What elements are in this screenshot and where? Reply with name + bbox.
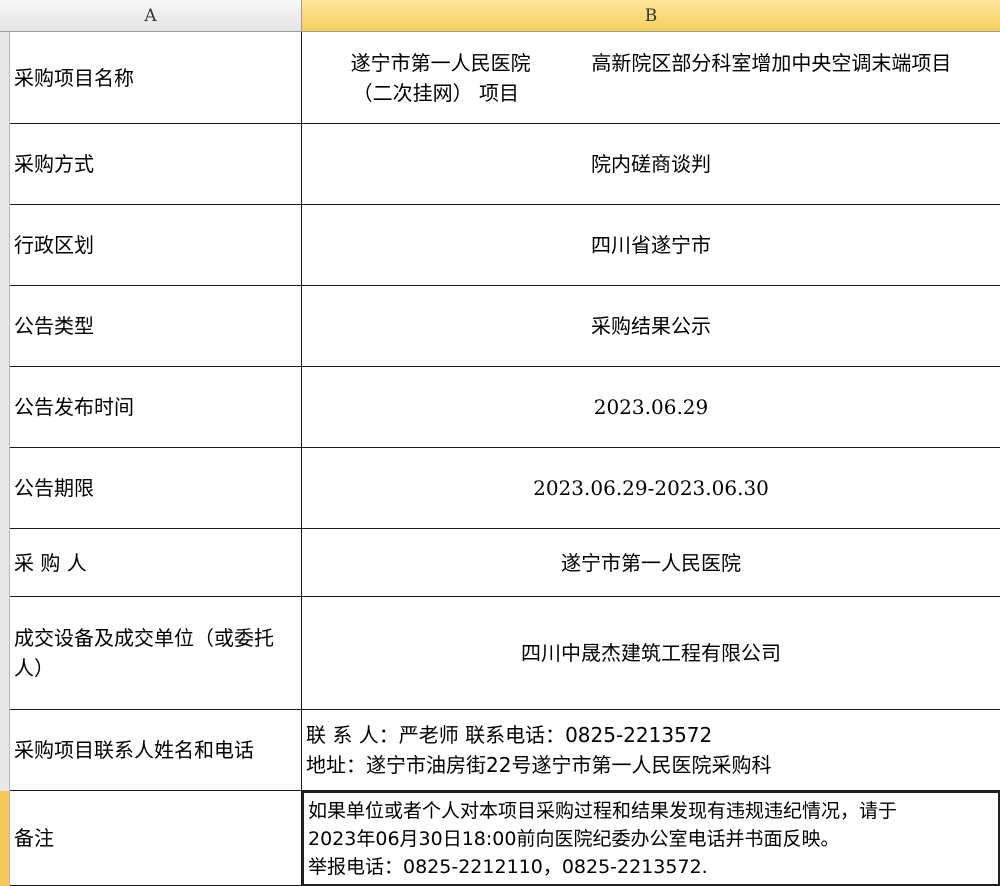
cell-label-region[interactable]: 行政区划 (10, 205, 302, 286)
cell-value-contact[interactable]: 联 系 人：严老师 联系电话：0825-2213572 地址：遂宁市油房街22号… (302, 710, 1000, 791)
cell-value-period[interactable]: 2023.06.29-2023.06.30 (302, 448, 1000, 529)
row-header[interactable] (0, 367, 10, 448)
contact-text: 联 系 人：严老师 联系电话：0825-2213572 地址：遂宁市油房街22号… (306, 723, 772, 777)
row-header[interactable] (0, 448, 10, 529)
label-text: 采购项目名称 (14, 65, 134, 90)
column-header-a[interactable]: A (0, 0, 302, 32)
column-header-b[interactable]: B (302, 0, 1000, 32)
cell-label-winner[interactable]: 成交设备及成交单位（或委托人） (10, 597, 302, 710)
row-header[interactable] (0, 286, 10, 367)
cell-label-remark[interactable]: 备注 (10, 791, 302, 886)
row-header[interactable] (0, 710, 10, 791)
row-header[interactable] (0, 597, 10, 710)
cell-value-project-name[interactable]: 遂宁市第一人民医院 高新院区部分科室增加中央空调末端项目 （二次挂网） 项目 (302, 32, 1000, 124)
cell-label-project-name[interactable]: 采购项目名称 (10, 32, 302, 124)
cell-value-method[interactable]: 院内磋商谈判 (302, 124, 1000, 205)
spreadsheet: A B 采购项目名称 遂宁市第一人民医院 高新院区部分科室增加中央空调末端项目 … (0, 0, 1000, 886)
cell-value-purchaser[interactable]: 遂宁市第一人民医院 (302, 529, 1000, 597)
row-header[interactable] (0, 529, 10, 597)
project-name-text: 遂宁市第一人民医院 高新院区部分科室增加中央空调末端项目 （二次挂网） 项目 (350, 50, 952, 105)
cell-label-contact[interactable]: 采购项目联系人姓名和电话 (10, 710, 302, 791)
cell-label-period[interactable]: 公告期限 (10, 448, 302, 529)
row-header[interactable] (0, 124, 10, 205)
cell-value-winner[interactable]: 四川中晟杰建筑工程有限公司 (302, 597, 1000, 710)
cell-label-purchaser[interactable]: 采 购 人 (10, 529, 302, 597)
cell-label-publish-time[interactable]: 公告发布时间 (10, 367, 302, 448)
row-header-selected[interactable] (0, 791, 10, 886)
cell-value-notice-type[interactable]: 采购结果公示 (302, 286, 1000, 367)
cell-label-method[interactable]: 采购方式 (10, 124, 302, 205)
remark-text: 如果单位或者个人对本项目采购过程和结果发现有违规违纪情况，请于 2023年06月… (308, 799, 898, 878)
cell-label-notice-type[interactable]: 公告类型 (10, 286, 302, 367)
cell-value-region[interactable]: 四川省遂宁市 (302, 205, 1000, 286)
cell-value-remark-selected[interactable]: 如果单位或者个人对本项目采购过程和结果发现有违规违纪情况，请于 2023年06月… (302, 791, 1000, 886)
cell-value-publish-time[interactable]: 2023.06.29 (302, 367, 1000, 448)
row-header[interactable] (0, 32, 10, 124)
row-header[interactable] (0, 205, 10, 286)
